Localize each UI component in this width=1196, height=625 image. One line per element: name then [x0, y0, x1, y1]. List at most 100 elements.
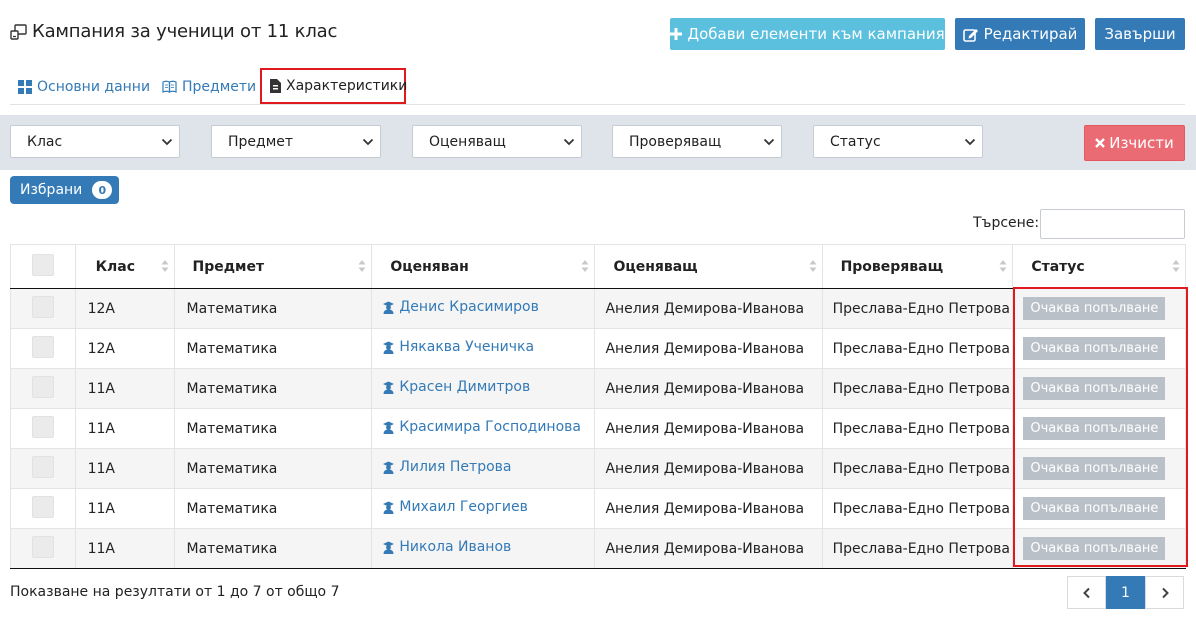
class-filter-select[interactable]: Клас: [10, 125, 180, 158]
sort-icon: [161, 259, 169, 273]
page-title-wrap: Кампания за ученици от 11 клас: [10, 21, 337, 42]
column-header-subject[interactable]: Предмет: [173, 244, 373, 289]
selected-count-badge: 0: [92, 181, 113, 199]
chevron-left-icon: [1082, 587, 1091, 599]
status-cell: Очаква попълване: [1012, 328, 1186, 369]
subject-cell: Математика: [173, 408, 373, 449]
row-select-cell: [10, 408, 76, 449]
subject-cell: Математика: [173, 288, 373, 329]
row-checkbox[interactable]: [31, 455, 54, 478]
reviewer-filter-value: Проверяващ: [629, 133, 722, 150]
chevron-down-icon: [763, 136, 775, 148]
add-items-label: Добави елементи към кампания: [687, 25, 945, 43]
reviewer-cell: Преслава-Едно Петрова: [821, 448, 1014, 489]
column-header-reviewer[interactable]: Проверяващ: [821, 244, 1014, 289]
column-header-reviewer-label: Проверяващ: [840, 258, 944, 275]
sort-icon: [358, 259, 366, 273]
tab-subjects[interactable]: Предмети: [162, 68, 256, 105]
search-label: Търсене:: [973, 215, 1040, 231]
column-header-class[interactable]: Клас: [74, 244, 175, 289]
student-name: Михаил Георгиев: [399, 499, 528, 516]
clear-filters-label: Изчисти: [1109, 134, 1174, 152]
document-icon: [270, 79, 281, 93]
reviewer-cell: Преслава-Едно Петрова: [821, 368, 1014, 409]
edit-button[interactable]: Редактирай: [955, 18, 1085, 50]
student-link[interactable]: Денис Красимиров: [382, 299, 539, 315]
chevron-down-icon: [563, 136, 575, 148]
table-row: 11А Математика Михаил Георгиев Анелия Де…: [10, 488, 1186, 529]
row-checkbox[interactable]: [31, 375, 54, 398]
row-checkbox[interactable]: [31, 295, 54, 318]
sort-icon: [809, 259, 817, 273]
student-icon: [382, 541, 395, 554]
class-cell: 12А: [74, 328, 175, 369]
row-checkbox[interactable]: [31, 415, 54, 438]
student-link[interactable]: Красен Димитров: [382, 379, 530, 395]
evaluator-filter-select[interactable]: Оценяващ: [412, 125, 582, 158]
select-all-header: [10, 244, 76, 289]
selected-items-label: Избрани: [20, 182, 83, 198]
class-cell: 12А: [74, 288, 175, 329]
row-select-cell: [10, 368, 76, 409]
student-cell: Красимира Господинова: [371, 408, 596, 449]
student-link[interactable]: Никола Иванов: [382, 539, 511, 555]
search-input[interactable]: [1040, 209, 1185, 239]
grid-icon: [18, 79, 32, 94]
tab-subjects-label: Предмети: [182, 78, 257, 95]
student-name: Денис Красимиров: [399, 299, 539, 316]
row-checkbox[interactable]: [31, 495, 54, 518]
results-summary: Показване на резултати от 1 до 7 от общо…: [10, 584, 340, 600]
status-cell: Очаква попълване: [1012, 368, 1186, 409]
student-link[interactable]: Лилия Петрова: [382, 459, 511, 475]
student-link[interactable]: Някаква Ученичка: [382, 339, 534, 355]
row-checkbox[interactable]: [31, 535, 54, 558]
edit-icon: [962, 27, 979, 42]
column-header-student[interactable]: Оценяван: [371, 244, 596, 289]
chevron-down-icon: [362, 136, 374, 148]
student-cell: Лилия Петрова: [371, 448, 596, 489]
row-select-cell: [10, 528, 76, 569]
student-name: Красимира Господинова: [399, 419, 581, 436]
column-header-status[interactable]: Статус: [1012, 244, 1186, 289]
status-cell: Очаква попълване: [1012, 448, 1186, 489]
previous-page-button[interactable]: [1067, 576, 1106, 609]
finish-button[interactable]: Завърши: [1095, 18, 1185, 50]
status-badge: Очаква попълване: [1023, 497, 1166, 520]
sort-icon: [999, 259, 1007, 273]
select-all-checkbox[interactable]: [31, 253, 54, 276]
tab-basic-data[interactable]: Основни данни: [18, 68, 150, 105]
next-page-button[interactable]: [1145, 576, 1184, 609]
subject-filter-value: Предмет: [228, 133, 294, 150]
reviewer-cell: Преслава-Едно Петрова: [821, 288, 1014, 329]
clear-filters-button[interactable]: Изчисти: [1084, 125, 1185, 161]
table-header-row: Клас Предмет Оценяван Оценяващ Проверява…: [10, 244, 1186, 289]
reviewer-filter-select[interactable]: Проверяващ: [612, 125, 782, 158]
add-items-button[interactable]: Добави елементи към кампания: [670, 18, 945, 50]
tab-characteristics[interactable]: Характеристики: [260, 68, 407, 104]
page-button-current[interactable]: 1: [1106, 576, 1145, 609]
student-icon: [382, 421, 395, 434]
class-cell: 11А: [74, 408, 175, 449]
evaluator-cell: Анелия Демирова-Иванова: [594, 488, 823, 529]
table-row: 11А Математика Красен Димитров Анелия Де…: [10, 368, 1186, 409]
student-icon: [382, 461, 395, 474]
table-row: 12А Математика Денис Красимиров Анелия Д…: [10, 288, 1186, 329]
selected-items-button[interactable]: Избрани 0: [10, 176, 119, 204]
table-row: 11А Математика Никола Иванов Анелия Деми…: [10, 528, 1186, 569]
student-icon: [382, 501, 395, 514]
column-header-evaluator[interactable]: Оценяващ: [594, 244, 823, 289]
subject-filter-select[interactable]: Предмет: [211, 125, 381, 158]
status-badge: Очаква попълване: [1023, 457, 1166, 480]
student-link[interactable]: Красимира Господинова: [382, 419, 581, 435]
subject-cell: Математика: [173, 528, 373, 569]
row-select-cell: [10, 448, 76, 489]
row-select-cell: [10, 488, 76, 529]
status-badge: Очаква попълване: [1023, 377, 1166, 400]
student-link[interactable]: Михаил Георгиев: [382, 499, 528, 516]
student-cell: Някаква Ученичка: [371, 328, 596, 369]
evaluator-cell: Анелия Демирова-Иванова: [594, 288, 823, 329]
reviewer-cell: Преслава-Едно Петрова: [821, 408, 1014, 449]
status-filter-select[interactable]: Статус: [813, 125, 983, 158]
table-row: 12А Математика Някаква Ученичка Анелия Д…: [10, 328, 1186, 369]
row-checkbox[interactable]: [31, 335, 54, 358]
